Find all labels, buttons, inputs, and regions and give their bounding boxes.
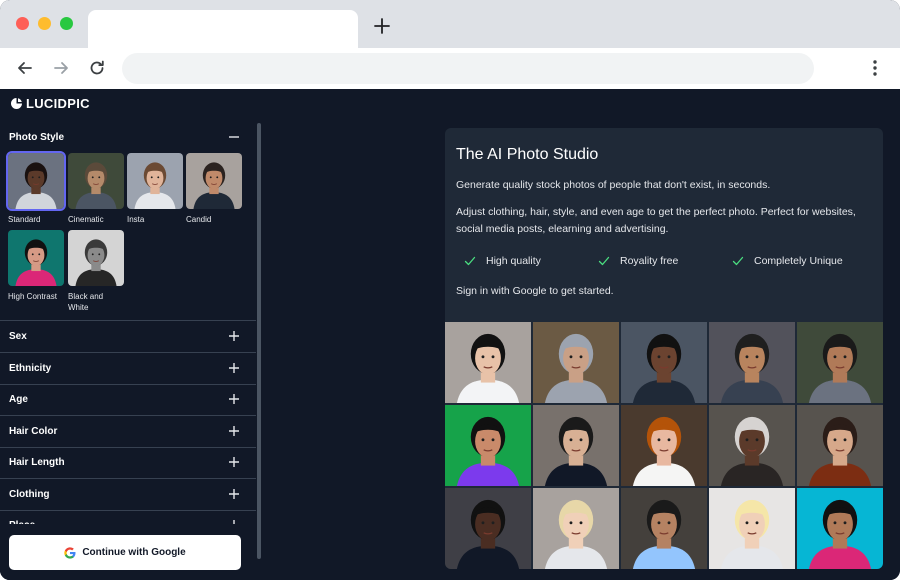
style-thumbnail xyxy=(186,153,242,209)
section-photo-style[interactable]: Photo Style xyxy=(0,122,256,153)
browser-tab[interactable] xyxy=(88,10,358,48)
style-option[interactable]: High Contrast xyxy=(8,230,64,302)
check-icon xyxy=(464,256,476,266)
section-age[interactable]: Age xyxy=(0,384,256,415)
style-label: Black and White xyxy=(68,292,104,312)
maximize-window-button[interactable] xyxy=(60,17,73,30)
gallery-photo xyxy=(621,488,707,569)
style-label: Standard xyxy=(8,215,41,224)
gallery-photo xyxy=(797,322,883,403)
section-clothing[interactable]: Clothing xyxy=(0,479,256,510)
section-title: Hair Length xyxy=(9,457,65,468)
style-thumbnail xyxy=(68,153,124,209)
logo-text: LUCIDPIC xyxy=(26,95,90,111)
style-label: Cinematic xyxy=(68,215,104,224)
hero-subtitle: Generate quality stock photos of people … xyxy=(456,179,771,191)
section-title: Clothing xyxy=(9,488,50,500)
hero-description: Adjust clothing, hair, style, and even a… xyxy=(456,206,856,235)
check-icon xyxy=(598,256,610,266)
collapse-icon[interactable] xyxy=(228,131,240,143)
style-option[interactable]: Black and White xyxy=(68,230,124,313)
gallery-photo xyxy=(797,488,883,569)
section-hair-length[interactable]: Hair Length xyxy=(0,447,256,478)
feature-item: High quality xyxy=(464,255,541,267)
style-option[interactable]: Insta xyxy=(127,153,183,225)
gallery-photo xyxy=(533,488,619,569)
feature-item: Royality free xyxy=(598,255,678,267)
gallery-photo xyxy=(445,405,531,486)
section-ethnicity[interactable]: Ethnicity xyxy=(0,353,256,384)
feature-label: High quality xyxy=(486,255,541,267)
style-thumbnail xyxy=(8,230,64,286)
sidebar: Photo Style Standard Cinematic Insta Candid… xyxy=(0,122,262,580)
expand-icon[interactable] xyxy=(228,456,240,468)
section-sex[interactable]: Sex xyxy=(0,321,256,352)
section-hair-color[interactable]: Hair Color xyxy=(0,416,256,447)
more-menu-icon[interactable] xyxy=(866,58,884,78)
style-option[interactable]: Candid xyxy=(186,153,242,225)
continue-with-google-button[interactable]: Continue with Google xyxy=(9,535,241,570)
gallery-photo xyxy=(797,405,883,486)
style-label: Candid xyxy=(186,215,212,224)
google-button-label: Continue with Google xyxy=(82,547,186,558)
section-title: Sex xyxy=(9,331,27,342)
browser-window: LUCIDPIC Photo Style Standard Cinematic In… xyxy=(0,0,900,580)
reload-icon[interactable] xyxy=(87,58,107,78)
gallery-photo xyxy=(709,488,795,569)
new-tab-icon[interactable] xyxy=(372,16,392,36)
hero-title: The AI Photo Studio xyxy=(456,146,599,163)
forward-icon[interactable] xyxy=(51,58,71,78)
hero-card: The AI Photo Studio Generate quality sto… xyxy=(445,128,883,569)
logo[interactable]: LUCIDPIC xyxy=(10,95,90,111)
gallery-photo xyxy=(533,405,619,486)
photo-gallery xyxy=(445,322,883,569)
section-title: Ethnicity xyxy=(9,362,52,374)
section-title: Age xyxy=(9,394,28,405)
gallery-photo xyxy=(709,322,795,403)
sidebar-scrollbar[interactable] xyxy=(257,123,261,559)
gallery-photo xyxy=(445,488,531,569)
back-icon[interactable] xyxy=(15,58,35,78)
section-title: Photo Style xyxy=(9,132,65,143)
style-option[interactable]: Standard xyxy=(6,151,66,225)
feature-item: Completely Unique xyxy=(732,255,843,267)
section-title: Hair Color xyxy=(9,425,58,437)
close-window-button[interactable] xyxy=(16,17,29,30)
hero-cta-text: Sign in with Google to get started. xyxy=(456,285,614,297)
browser-toolbar xyxy=(0,48,900,89)
app-page: LUCIDPIC Photo Style Standard Cinematic In… xyxy=(0,89,900,580)
expand-icon[interactable] xyxy=(228,488,240,500)
tab-strip xyxy=(0,0,900,48)
expand-icon[interactable] xyxy=(228,330,240,342)
gallery-photo xyxy=(709,405,795,486)
expand-icon[interactable] xyxy=(228,425,240,437)
google-icon xyxy=(64,546,76,559)
style-label: High Contrast xyxy=(8,292,57,301)
style-thumbnail xyxy=(6,151,66,211)
gallery-photo xyxy=(533,322,619,403)
style-option[interactable]: Cinematic xyxy=(68,153,124,225)
gallery-photo xyxy=(621,322,707,403)
gallery-photo xyxy=(621,405,707,486)
feature-label: Royality free xyxy=(620,255,679,267)
style-label: Insta xyxy=(127,215,145,224)
expand-icon[interactable] xyxy=(228,362,240,374)
check-icon xyxy=(732,256,744,266)
style-thumbnail xyxy=(127,153,183,209)
minimize-window-button[interactable] xyxy=(38,17,51,30)
style-thumbnail xyxy=(68,230,124,286)
gallery-photo xyxy=(445,322,531,403)
expand-icon[interactable] xyxy=(228,393,240,405)
feature-label: Completely Unique xyxy=(754,255,843,267)
logo-icon xyxy=(11,97,22,109)
address-bar[interactable] xyxy=(122,53,814,84)
